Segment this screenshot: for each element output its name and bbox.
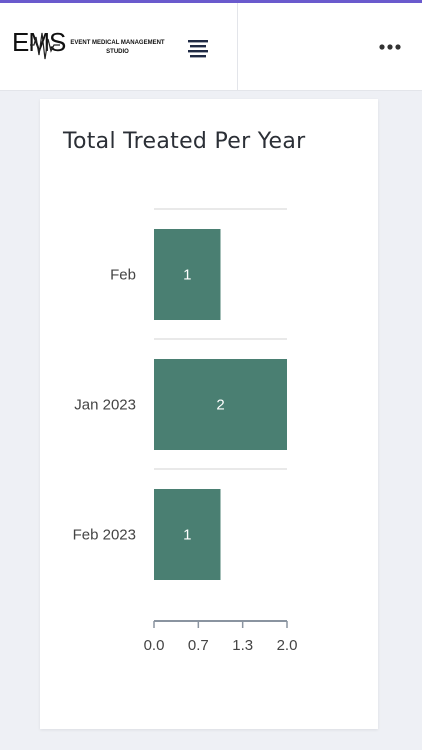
bar-chart: 1 Feb 2 Jan 2023 1 Feb 2023 0.0 0.7 1.3 2.0 — [73, 208, 298, 654]
ems-logo[interactable]: EMS EVENT MEDICAL MANAGEMENT STUDIO — [10, 25, 165, 69]
app-header: EMS EVENT MEDICAL MANAGEMENT STUDIO — [0, 3, 422, 91]
category-label: Feb 2023 — [73, 527, 136, 544]
category-label: Feb — [110, 267, 136, 284]
bar-value-label: 1 — [183, 267, 191, 284]
more-horizontal-icon[interactable] — [376, 36, 406, 58]
x-tick-label: 0.0 — [144, 637, 165, 654]
header-divider — [237, 3, 238, 90]
bar-value-label: 2 — [216, 397, 224, 414]
hamburger-icon[interactable] — [186, 38, 210, 58]
x-tick-label: 2.0 — [277, 637, 298, 654]
x-tick-label: 0.7 — [188, 637, 209, 654]
chart-card: Total Treated Per Year 1 Feb 2 Jan 2023 1 Feb… — [40, 99, 378, 729]
logo-subtitle: EVENT MEDICAL MANAGEMENT STUDIO — [70, 40, 165, 55]
x-tick-label: 1.3 — [232, 637, 253, 654]
logo-waveform-icon — [30, 32, 60, 60]
bar-value-label: 1 — [183, 527, 191, 544]
category-label: Jan 2023 — [74, 397, 136, 414]
